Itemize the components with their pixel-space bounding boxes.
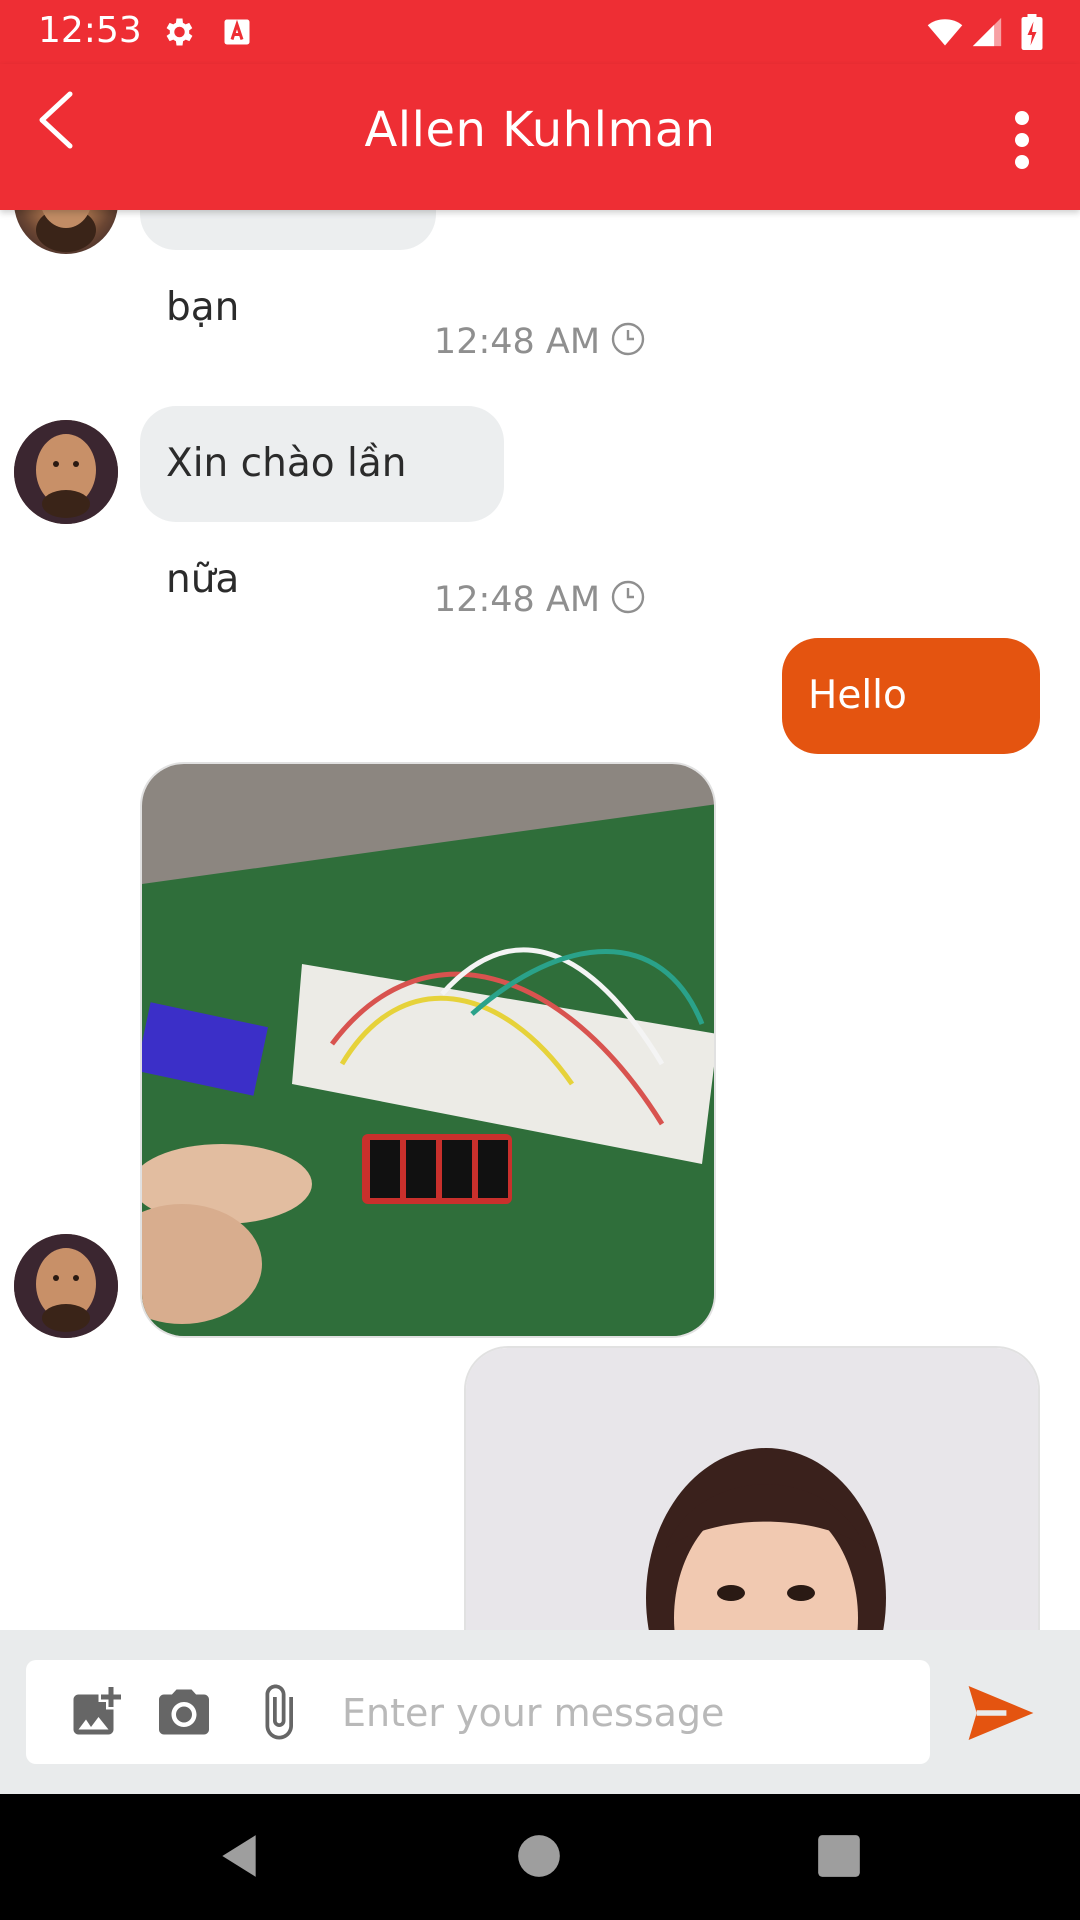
avatar-image bbox=[14, 420, 118, 524]
timestamp-text: 12:48 AM bbox=[433, 322, 601, 362]
battery-charging-icon bbox=[1021, 14, 1043, 50]
message-bubble-incoming[interactable]: Xin chào bạn bbox=[140, 210, 436, 330]
back-triangle-icon bbox=[222, 1835, 256, 1877]
message-bubble-incoming[interactable]: Xin chào lần nữa bbox=[140, 406, 504, 602]
signal-icon bbox=[972, 17, 1002, 47]
send-button[interactable] bbox=[968, 1686, 1034, 1740]
avatar-image bbox=[36, 210, 96, 252]
camera-icon bbox=[159, 1689, 209, 1735]
add-image-button[interactable] bbox=[66, 1682, 126, 1742]
app-bar: Allen Kuhlman bbox=[0, 64, 1080, 210]
status-bar: 12:53 bbox=[0, 0, 1080, 64]
avatar-image bbox=[14, 1234, 118, 1338]
avatar[interactable] bbox=[14, 1234, 118, 1338]
avatar[interactable] bbox=[14, 420, 118, 524]
breadboard-photo bbox=[142, 764, 714, 1336]
message-list[interactable]: Xin chào bạn 12:48 AM Xin chào lần nữa 1… bbox=[0, 210, 1080, 1630]
attach-icon bbox=[265, 1684, 293, 1740]
message-input-box bbox=[26, 1660, 930, 1766]
camera-button[interactable] bbox=[154, 1682, 214, 1742]
avatar[interactable] bbox=[14, 210, 118, 254]
more-options-button[interactable] bbox=[992, 104, 1052, 184]
recents-square-icon bbox=[818, 1835, 860, 1877]
message-image-outgoing[interactable] bbox=[464, 1346, 1040, 1630]
settings-icon bbox=[166, 18, 193, 46]
message-input[interactable] bbox=[340, 1660, 914, 1766]
nav-home-button[interactable] bbox=[514, 1831, 564, 1881]
a-icon bbox=[224, 19, 250, 45]
message-bubble-outgoing[interactable]: Hello Allen bbox=[782, 638, 1040, 834]
message-timestamp: 12:48 AM bbox=[0, 322, 1080, 362]
more-vertical-icon bbox=[1015, 111, 1029, 169]
home-circle-icon bbox=[518, 1835, 560, 1877]
nav-recents-button[interactable] bbox=[814, 1831, 864, 1881]
portrait-photo bbox=[466, 1348, 1038, 1630]
clock-icon bbox=[611, 322, 645, 356]
clock-icon bbox=[611, 580, 645, 614]
wifi-icon bbox=[927, 19, 963, 46]
conversation-title: Allen Kuhlman bbox=[364, 102, 716, 158]
message-image-incoming[interactable] bbox=[140, 762, 716, 1338]
status-time: 12:53 bbox=[38, 10, 142, 51]
message-timestamp: 12:48 AM bbox=[0, 580, 1080, 620]
nav-back-button[interactable] bbox=[214, 1831, 264, 1881]
timestamp-text: 12:48 AM bbox=[433, 580, 601, 620]
add-image-icon bbox=[73, 1687, 121, 1735]
attach-button[interactable] bbox=[248, 1682, 308, 1742]
system-nav-bar bbox=[0, 1794, 1080, 1920]
message-composer bbox=[0, 1630, 1080, 1794]
